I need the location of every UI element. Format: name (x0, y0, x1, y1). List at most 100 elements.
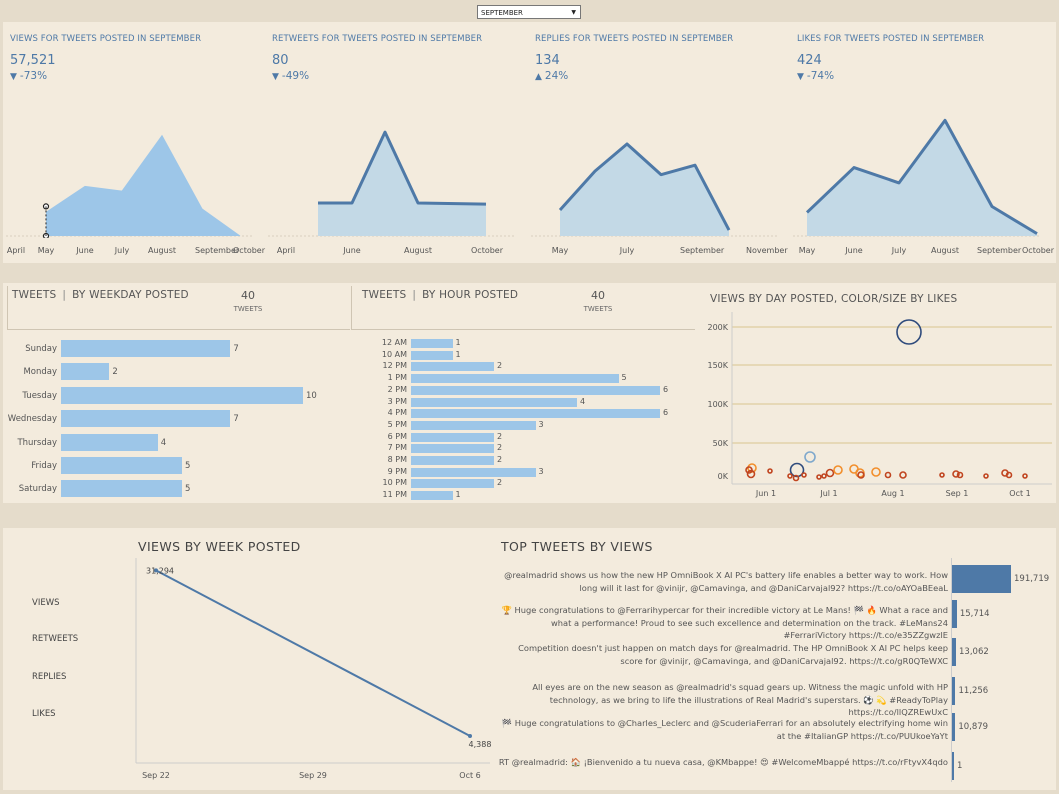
tweet-views-value: 1 (957, 761, 963, 771)
tweet-views-bar[interactable] (952, 565, 1011, 593)
tweet-views-value: 10,879 (958, 722, 989, 732)
metric-option-replies[interactable]: REPLIES (32, 672, 66, 682)
metric-option-views[interactable]: VIEWS (32, 598, 60, 608)
hour-label: 5 PM (387, 419, 407, 429)
hour-bar[interactable] (411, 467, 536, 477)
metric-option-likes[interactable]: LIKES (32, 709, 56, 719)
kpi-change-value: -73% (19, 70, 48, 82)
hour-bar[interactable] (411, 491, 453, 501)
tweet-text[interactable]: RT @realmadrid: 🏠 ¡Bienvenido a tu nueva… (495, 756, 948, 769)
tweet-views-bar[interactable] (952, 677, 956, 705)
hour-value: 3 (538, 466, 544, 476)
tweet-views-bar[interactable] (952, 638, 957, 666)
hour-label: 3 PM (387, 396, 407, 406)
tweet-views-bar[interactable] (952, 713, 956, 741)
hour-label: 12 AM (381, 338, 407, 347)
scatter-point[interactable] (884, 471, 892, 479)
weekday-bar[interactable] (61, 433, 158, 451)
weekday-title-b: BY WEEKDAY POSTED (72, 289, 189, 301)
hour-value: 6 (663, 408, 669, 418)
scatter-point[interactable] (939, 472, 945, 478)
scatter-point[interactable] (821, 473, 827, 479)
scatter-point[interactable] (1005, 471, 1013, 479)
scatter-point[interactable] (956, 471, 964, 479)
tweet-bar-axis (951, 558, 952, 782)
hour-bar[interactable] (411, 397, 577, 407)
scatter-point[interactable] (792, 474, 800, 482)
hourly-count-label: TWEETS (583, 305, 613, 313)
scatter-x-label: Jun 1 (755, 489, 776, 498)
metric-option-retweets[interactable]: RETWEETS (32, 634, 78, 644)
hour-bar[interactable] (411, 385, 660, 395)
hour-bar[interactable] (411, 350, 453, 360)
weekday-value: 7 (233, 414, 239, 425)
tweet-views-value: 11,256 (958, 686, 989, 696)
kpi-area-chart (793, 118, 1041, 237)
weekday-label: Saturday (18, 484, 57, 495)
hour-value: 2 (497, 443, 503, 453)
weekly-line-chart: 31,294 4,388 Sep 22 Sep 29 Oct 6 (135, 558, 492, 780)
hour-bar[interactable] (411, 432, 494, 442)
tweet-text[interactable]: 🏆 Huge congratulations to @Ferrarihyperc… (495, 604, 948, 642)
weekly-title: VIEWS BY WEEK POSTED (138, 539, 301, 554)
kpi-area-chart (531, 142, 779, 237)
tweet-views-bar[interactable] (952, 752, 954, 780)
weekday-bar[interactable] (61, 480, 182, 498)
weekday-bar[interactable] (61, 386, 303, 404)
weekday-bar[interactable] (61, 340, 231, 357)
scatter-point[interactable] (983, 473, 989, 479)
scatter-y-label: 200K (707, 323, 728, 332)
hour-bar[interactable] (411, 374, 619, 384)
scatter-title: VIEWS BY DAY POSTED, COLOR/SIZE BY LIKES (710, 293, 958, 305)
kpi-title: VIEWS FOR TWEETS POSTED IN SEPTEMBER (10, 34, 202, 44)
kpi-value: 57,521 (10, 53, 56, 68)
weekday-bar[interactable] (61, 363, 110, 381)
kpi-title: LIKES FOR TWEETS POSTED IN SEPTEMBER (797, 34, 985, 44)
kpi-value: 424 (797, 53, 822, 68)
scatter-point[interactable] (767, 468, 773, 474)
kpi-title: REPLIES FOR TWEETS POSTED IN SEPTEMBER (535, 34, 734, 44)
kpi-x-label: November (746, 246, 788, 255)
scatter-point[interactable] (833, 465, 843, 475)
scatter-point[interactable] (816, 474, 822, 480)
hour-bar[interactable] (411, 339, 453, 348)
weekday-label: Sunday (25, 344, 57, 354)
scatter-point[interactable] (896, 319, 922, 345)
tweet-text[interactable]: Competition doesn't just happen on match… (495, 642, 948, 667)
hourly-count: 40 (591, 289, 605, 302)
hour-value: 3 (538, 419, 544, 429)
tweet-text[interactable]: All eyes are on the new season as @realm… (495, 681, 948, 719)
hour-bar[interactable] (411, 456, 494, 465)
scatter-point[interactable] (787, 473, 793, 479)
hourly-title: TWEETS | BY HOUR POSTED (362, 289, 519, 301)
tweet-views-value: 13,062 (959, 647, 989, 657)
hour-bar[interactable] (411, 420, 536, 430)
hour-bar[interactable] (411, 409, 660, 419)
month-filter[interactable]: SEPTEMBER ▼ (477, 5, 581, 19)
kpi-x-label: August (404, 246, 432, 255)
weekly-point[interactable] (468, 733, 472, 738)
weekday-bar[interactable] (61, 410, 231, 428)
hour-bar[interactable] (411, 444, 494, 454)
kpi-area-chart (268, 130, 516, 237)
hour-value: 2 (497, 478, 503, 488)
tweet-text[interactable]: @realmadrid shows us how the new HP Omni… (495, 569, 948, 594)
tweet-views-bar[interactable] (952, 600, 957, 628)
hour-value: 1 (455, 349, 461, 359)
scatter-point[interactable] (804, 451, 816, 463)
weekly-data-label: 4,388 (469, 740, 492, 749)
tweet-text[interactable]: 🏁 Huge congratulations to @Charles_Lecle… (495, 717, 948, 742)
scatter-point[interactable] (825, 468, 835, 478)
hour-bar[interactable] (411, 362, 494, 372)
weekday-bar[interactable] (61, 457, 182, 474)
weekday-label: Friday (31, 461, 57, 471)
hourly-title-a: TWEETS (362, 289, 407, 301)
hour-value: 2 (497, 361, 503, 371)
scatter-point[interactable] (801, 472, 807, 478)
scatter-point[interactable] (871, 467, 881, 477)
kpi-change: ▼ -49% (272, 70, 309, 82)
kpi-x-label: May (551, 246, 569, 255)
scatter-point[interactable] (899, 471, 907, 479)
hour-bar[interactable] (411, 479, 494, 489)
scatter-point[interactable] (1022, 473, 1028, 479)
